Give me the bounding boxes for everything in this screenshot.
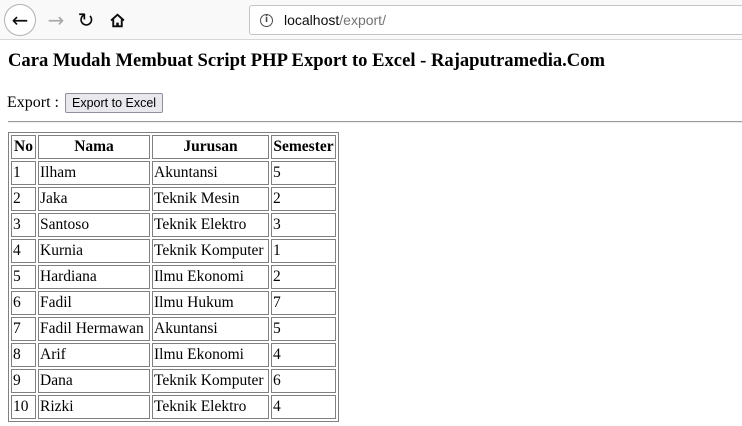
forward-arrow-icon[interactable]: → bbox=[40, 4, 72, 36]
header-nama: Nama bbox=[38, 135, 150, 159]
table-row: 10 Rizki Teknik Elektro 4 bbox=[11, 395, 336, 419]
table-row: 1 Ilham Akuntansi 5 bbox=[11, 161, 336, 185]
cell-no: 9 bbox=[11, 369, 36, 393]
cell-no: 1 bbox=[11, 161, 36, 185]
students-table: No Nama Jurusan Semester 1 Ilham Akuntan… bbox=[8, 132, 339, 422]
table-row: 2 Jaka Teknik Mesin 2 bbox=[11, 187, 336, 211]
cell-nama: Arif bbox=[38, 343, 150, 367]
table-row: 7 Fadil Hermawan Akuntansi 5 bbox=[11, 317, 336, 341]
table-row: 3 Santoso Teknik Elektro 3 bbox=[11, 213, 336, 237]
back-arrow-icon[interactable]: ← bbox=[4, 4, 36, 36]
cell-semester: 4 bbox=[271, 395, 336, 419]
cell-jurusan: Teknik Komputer bbox=[152, 369, 269, 393]
header-no: No bbox=[11, 135, 36, 159]
cell-nama: Fadil Hermawan bbox=[38, 317, 150, 341]
export-row: Export : Export to Excel bbox=[7, 93, 164, 113]
home-icon-svg bbox=[109, 13, 125, 27]
cell-no: 10 bbox=[11, 395, 36, 419]
cell-no: 2 bbox=[11, 187, 36, 211]
address-bar[interactable]: i localhost/export/ bbox=[249, 5, 742, 35]
divider bbox=[8, 121, 742, 123]
table-row: 6 Fadil Ilmu Hukum 7 bbox=[11, 291, 336, 315]
cell-jurusan: Akuntansi bbox=[152, 317, 269, 341]
header-jurusan: Jurusan bbox=[152, 135, 269, 159]
table-header-row: No Nama Jurusan Semester bbox=[11, 135, 336, 159]
cell-semester: 1 bbox=[271, 239, 336, 263]
table-row: 5 Hardiana Ilmu Ekonomi 2 bbox=[11, 265, 336, 289]
cell-nama: Dana bbox=[38, 369, 150, 393]
cell-semester: 5 bbox=[271, 161, 336, 185]
cell-nama: Kurnia bbox=[38, 239, 150, 263]
table-row: 4 Kurnia Teknik Komputer 1 bbox=[11, 239, 336, 263]
cell-semester: 3 bbox=[271, 213, 336, 237]
table-row: 8 Arif Ilmu Ekonomi 4 bbox=[11, 343, 336, 367]
cell-no: 6 bbox=[11, 291, 36, 315]
cell-nama: Ilham bbox=[38, 161, 150, 185]
cell-jurusan: Ilmu Ekonomi bbox=[152, 265, 269, 289]
cell-jurusan: Akuntansi bbox=[152, 161, 269, 185]
cell-semester: 2 bbox=[271, 187, 336, 211]
cell-semester: 6 bbox=[271, 369, 336, 393]
cell-semester: 5 bbox=[271, 317, 336, 341]
cell-jurusan: Teknik Komputer bbox=[152, 239, 269, 263]
url-host: localhost bbox=[284, 12, 340, 28]
cell-no: 3 bbox=[11, 213, 36, 237]
cell-nama: Fadil bbox=[38, 291, 150, 315]
export-label: Export : bbox=[7, 94, 59, 111]
cell-semester: 2 bbox=[271, 265, 336, 289]
cell-no: 7 bbox=[11, 317, 36, 341]
cell-semester: 4 bbox=[271, 343, 336, 367]
cell-nama: Rizki bbox=[38, 395, 150, 419]
cell-nama: Jaka bbox=[38, 187, 150, 211]
page-title: Cara Mudah Membuat Script PHP Export to … bbox=[8, 50, 606, 71]
cell-no: 8 bbox=[11, 343, 36, 367]
cell-jurusan: Teknik Elektro bbox=[152, 395, 269, 419]
cell-nama: Hardiana bbox=[38, 265, 150, 289]
url-path: /export/ bbox=[339, 12, 386, 28]
cell-no: 4 bbox=[11, 239, 36, 263]
browser-toolbar: ← → ↻ i localhost/export/ bbox=[0, 0, 742, 40]
home-icon[interactable] bbox=[101, 4, 133, 36]
cell-no: 5 bbox=[11, 265, 36, 289]
table-row: 9 Dana Teknik Komputer 6 bbox=[11, 369, 336, 393]
info-icon[interactable]: i bbox=[260, 13, 273, 27]
cell-jurusan: Teknik Mesin bbox=[152, 187, 269, 211]
cell-semester: 7 bbox=[271, 291, 336, 315]
cell-nama: Santoso bbox=[38, 213, 150, 237]
cell-jurusan: Ilmu Ekonomi bbox=[152, 343, 269, 367]
header-semester: Semester bbox=[271, 135, 336, 159]
cell-jurusan: Teknik Elektro bbox=[152, 213, 269, 237]
export-to-excel-button[interactable]: Export to Excel bbox=[65, 93, 164, 113]
reload-icon[interactable]: ↻ bbox=[70, 4, 102, 36]
cell-jurusan: Ilmu Hukum bbox=[152, 291, 269, 315]
